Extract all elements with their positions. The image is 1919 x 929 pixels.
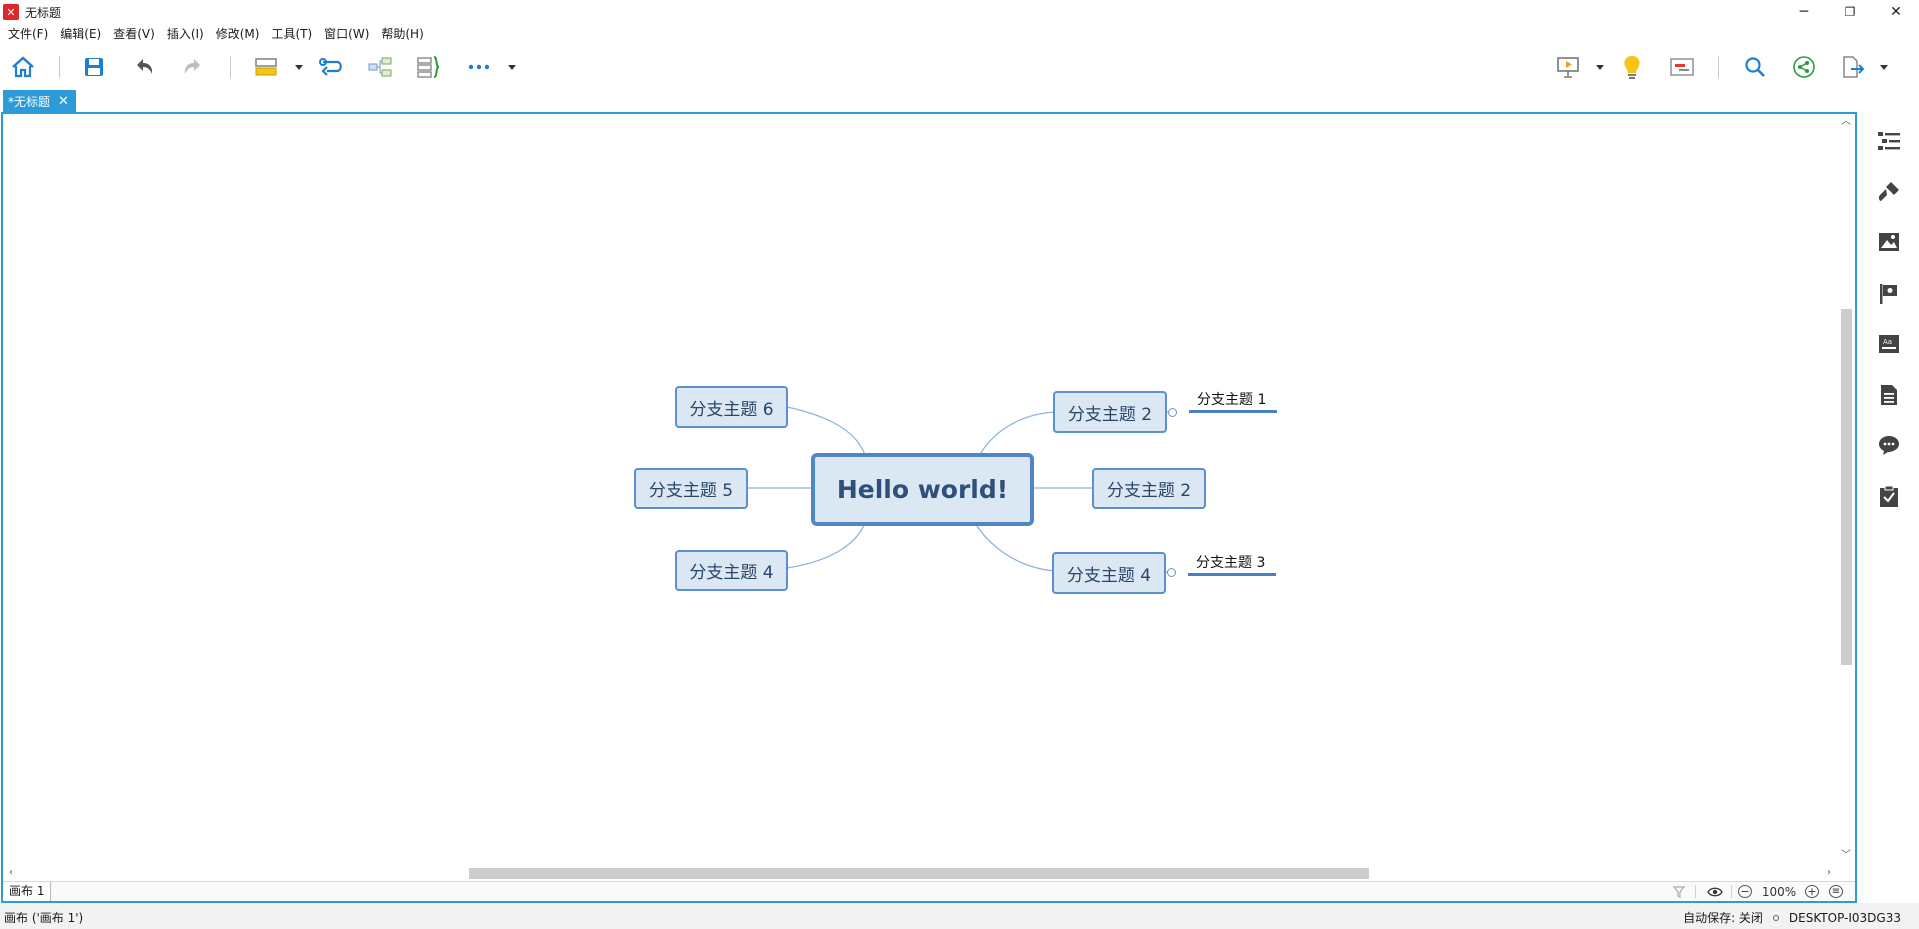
- document-tab-label: *无标题: [8, 94, 51, 109]
- horizontal-scroll-thumb[interactable]: [469, 868, 1369, 879]
- zoom-in-button[interactable]: +: [1805, 885, 1819, 898]
- subtopic-upper[interactable]: 分支主题 1: [1197, 389, 1266, 409]
- status-sheet-info: 画布 ('画布 1'): [4, 911, 84, 925]
- branch-topic-right-bottom[interactable]: 分支主题 4: [1052, 552, 1166, 594]
- editor-frame: 分支主题 6 分支主题 5 分支主题 4 Hello world! 分支主题 2…: [1, 112, 1857, 903]
- zoom-out-button[interactable]: −: [1738, 885, 1752, 898]
- search-icon[interactable]: [1740, 52, 1770, 82]
- branch-topic-right-mid[interactable]: 分支主题 2: [1092, 468, 1206, 509]
- share-icon[interactable]: [1789, 52, 1819, 82]
- menu-edit[interactable]: 编辑(E): [54, 24, 107, 44]
- subtopic-lower-underline: [1188, 573, 1276, 576]
- subtopic-upper-underline: [1189, 410, 1277, 413]
- presentation-icon[interactable]: [1553, 52, 1583, 82]
- document-tab[interactable]: *无标题 ✕: [3, 90, 76, 112]
- toolbar: [0, 44, 1919, 90]
- undo-icon[interactable]: [129, 52, 159, 82]
- structure-icon[interactable]: [365, 52, 395, 82]
- export-dropdown[interactable]: [1879, 59, 1889, 75]
- subtopic-lower[interactable]: 分支主题 3: [1196, 552, 1265, 572]
- filter-icon[interactable]: [1671, 883, 1687, 900]
- side-panel: Aa: [1858, 112, 1919, 902]
- minimize-button[interactable]: ─: [1781, 0, 1827, 24]
- gantt-icon[interactable]: [1667, 52, 1697, 82]
- format-brush-icon[interactable]: [1875, 178, 1903, 206]
- scroll-right-icon[interactable]: ›: [1823, 867, 1835, 879]
- title-bar: ✕ 无标题 ─ ❐ ✕: [0, 0, 1919, 24]
- presentation-dropdown[interactable]: [1595, 59, 1605, 75]
- home-icon[interactable]: [8, 52, 38, 82]
- mindmap-canvas[interactable]: 分支主题 6 分支主题 5 分支主题 4 Hello world! 分支主题 2…: [3, 114, 1837, 865]
- connection-dot-icon: [1772, 914, 1779, 921]
- autosave-status[interactable]: 自动保存: 关闭: [1683, 909, 1763, 926]
- window-title: 无标题: [25, 5, 62, 20]
- more-dropdown[interactable]: [507, 59, 517, 75]
- collapse-toggle-upper[interactable]: [1168, 408, 1177, 417]
- close-button[interactable]: ✕: [1873, 0, 1919, 24]
- export-icon[interactable]: [1838, 52, 1868, 82]
- branch-topic-left-mid[interactable]: 分支主题 5: [634, 468, 748, 509]
- notes-icon[interactable]: [1875, 381, 1903, 409]
- menu-insert[interactable]: 插入(I): [161, 24, 210, 44]
- menu-tools[interactable]: 工具(T): [265, 24, 318, 44]
- boundary-icon[interactable]: [413, 52, 443, 82]
- vertical-scrollbar[interactable]: ︿ ﹀: [1837, 114, 1855, 865]
- branch-topic-left-top[interactable]: 分支主题 6: [675, 386, 788, 428]
- vertical-scroll-thumb[interactable]: [1841, 309, 1852, 665]
- document-tab-strip: *无标题 ✕: [0, 90, 1919, 112]
- menu-help[interactable]: 帮助(H): [375, 24, 429, 44]
- close-tab-icon[interactable]: ✕: [58, 94, 69, 109]
- branch-topic-left-bottom[interactable]: 分支主题 4: [675, 550, 788, 591]
- app-logo-icon: ✕: [3, 4, 19, 20]
- svg-text:Aa: Aa: [1883, 338, 1892, 346]
- menu-modify[interactable]: 修改(M): [210, 24, 266, 44]
- zoom-level[interactable]: 100%: [1759, 883, 1799, 900]
- central-topic[interactable]: Hello world!: [811, 453, 1034, 526]
- sheet-tab[interactable]: 画布 1: [3, 882, 52, 901]
- status-right-group: 自动保存: 关闭 DESKTOP-I03DG33: [1683, 909, 1901, 926]
- scroll-left-icon[interactable]: ‹: [5, 867, 17, 879]
- horizontal-scrollbar[interactable]: ‹ ›: [3, 865, 1837, 881]
- menu-file[interactable]: 文件(F): [2, 24, 54, 44]
- text-style-icon[interactable]: Aa: [1875, 330, 1903, 358]
- status-bar: 画布 ('画布 1') 自动保存: 关闭 DESKTOP-I03DG33: [0, 903, 1919, 929]
- flag-marker-icon[interactable]: [1875, 280, 1903, 308]
- sheet-bar: 画布 1 − 100% + ≡: [3, 881, 1855, 901]
- device-name: DESKTOP-I03DG33: [1788, 910, 1901, 925]
- idea-bulb-icon[interactable]: [1617, 52, 1647, 82]
- zoom-menu-button[interactable]: ≡: [1829, 885, 1843, 898]
- scroll-down-icon[interactable]: ﹀: [1840, 850, 1852, 862]
- branch-topic-right-top[interactable]: 分支主题 2: [1053, 391, 1167, 433]
- more-icon[interactable]: [464, 52, 494, 82]
- window-controls: ─ ❐ ✕: [1781, 0, 1919, 24]
- eye-icon[interactable]: [1706, 883, 1724, 900]
- menu-view[interactable]: 查看(V): [107, 24, 161, 44]
- relationship-icon[interactable]: [317, 52, 347, 82]
- image-icon[interactable]: [1875, 228, 1903, 256]
- menu-window[interactable]: 窗口(W): [318, 24, 375, 44]
- restore-button[interactable]: ❐: [1827, 0, 1873, 24]
- topic-style-icon[interactable]: [252, 52, 282, 82]
- scroll-up-icon[interactable]: ︿: [1840, 116, 1852, 128]
- comment-icon[interactable]: [1875, 431, 1903, 459]
- topic-style-dropdown[interactable]: [294, 59, 304, 75]
- task-icon[interactable]: [1875, 482, 1903, 510]
- menu-bar: 文件(F) 编辑(E) 查看(V) 插入(I) 修改(M) 工具(T) 窗口(W…: [0, 24, 430, 44]
- collapse-toggle-lower[interactable]: [1167, 568, 1176, 577]
- redo-icon[interactable]: [178, 52, 208, 82]
- save-icon[interactable]: [79, 52, 109, 82]
- outline-icon[interactable]: [1875, 127, 1903, 155]
